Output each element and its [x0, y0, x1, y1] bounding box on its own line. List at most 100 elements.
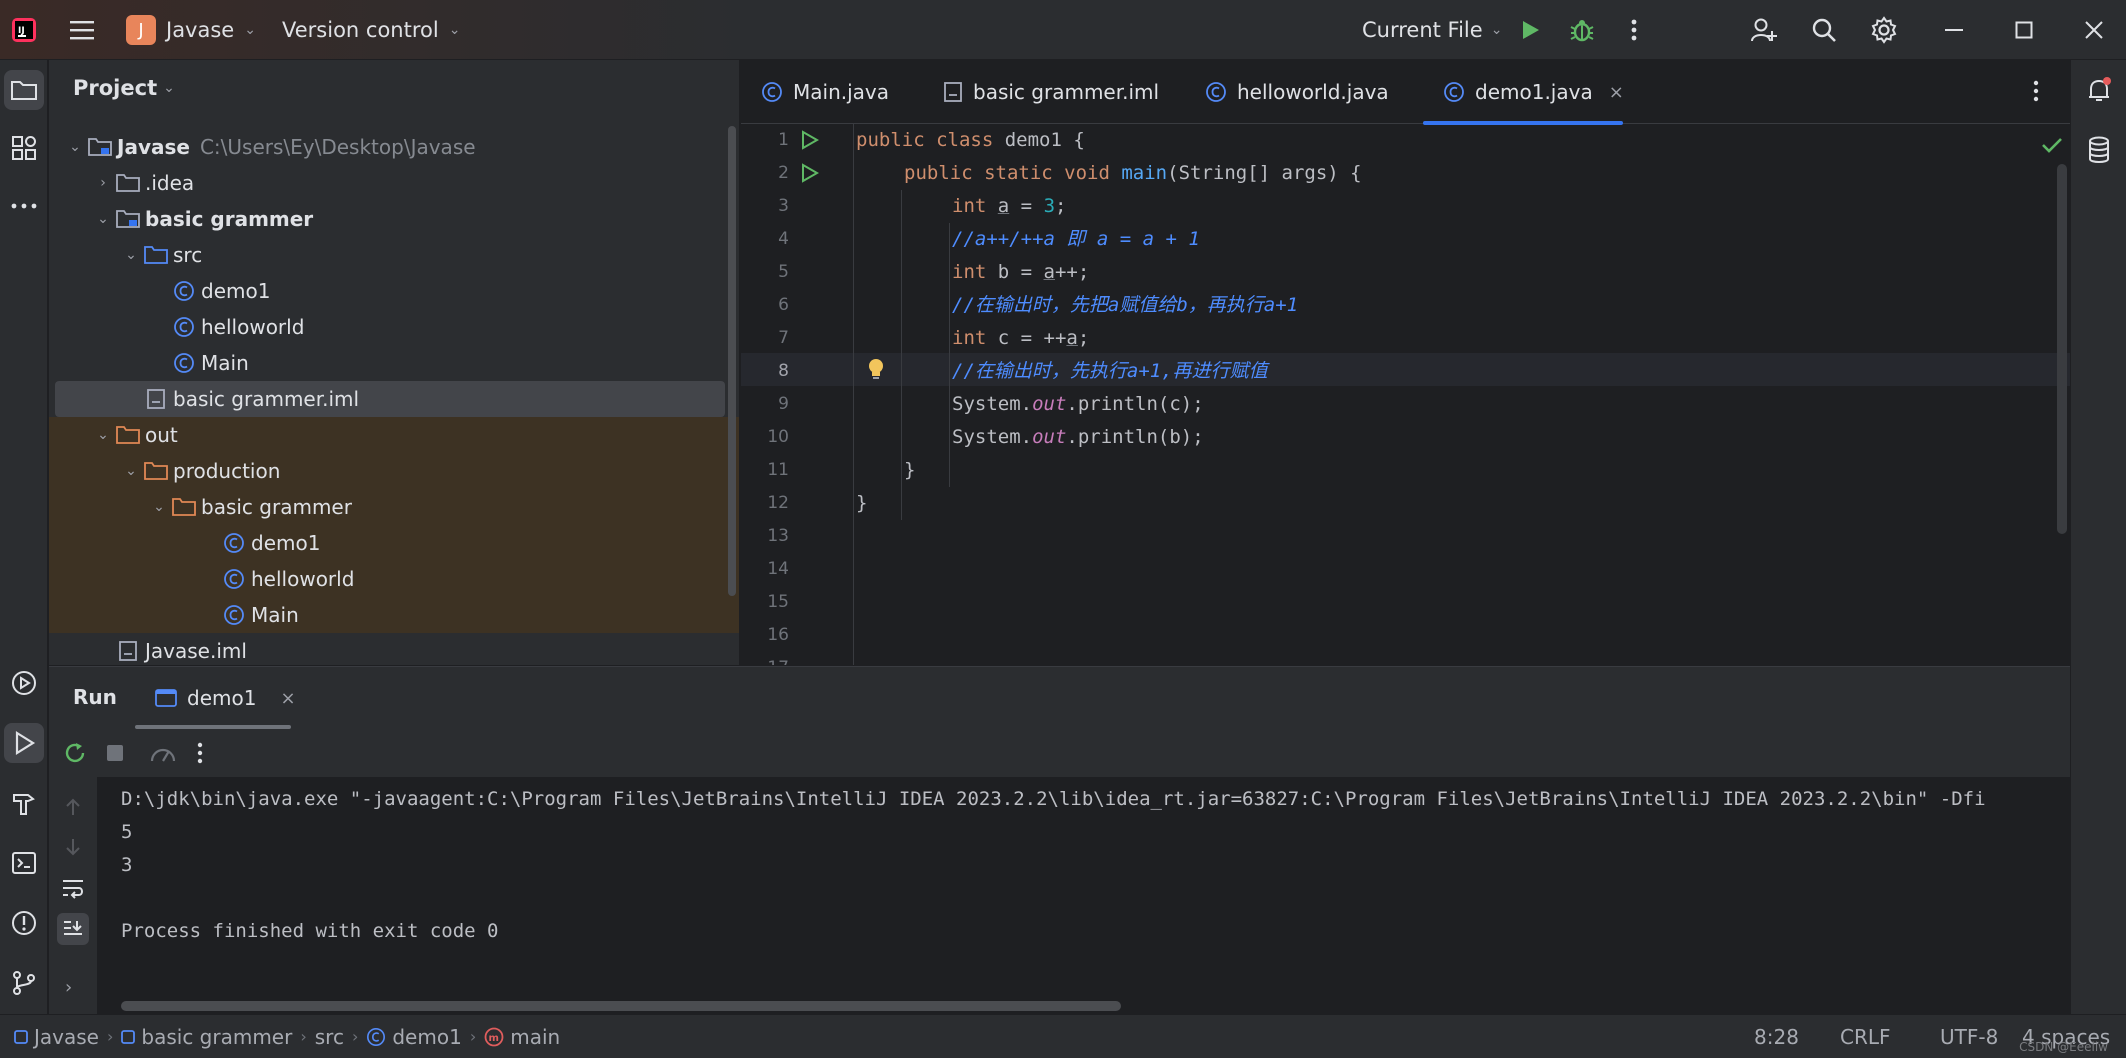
add-user-icon[interactable]: [1734, 0, 1794, 60]
file-encoding[interactable]: UTF-8: [1940, 1015, 1998, 1058]
chevron-down-icon[interactable]: ⌄: [91, 427, 115, 443]
run-icon[interactable]: [1500, 0, 1560, 60]
chevron-down-icon[interactable]: ⌄: [147, 499, 171, 515]
line-number: 15: [767, 592, 789, 612]
settings-gear-icon[interactable]: [1854, 0, 1914, 60]
profiler-icon[interactable]: [149, 741, 177, 765]
project-scrollbar[interactable]: [728, 126, 736, 596]
project-tool-icon[interactable]: [4, 70, 44, 110]
git-tool-icon[interactable]: [4, 963, 44, 1003]
tree-node-out-helloworld[interactable]: helloworld: [49, 561, 739, 597]
problems-tool-icon[interactable]: [4, 903, 44, 943]
database-tool-icon[interactable]: [2079, 130, 2119, 170]
tree-node-production[interactable]: ⌄ production: [49, 453, 739, 489]
breadcrumb-javase[interactable]: Javase: [14, 1025, 99, 1049]
tree-node-idea[interactable]: › .idea: [55, 165, 725, 201]
code-line-5[interactable]: int b = a++;: [856, 256, 1089, 289]
chevron-down-icon[interactable]: ⌄: [119, 463, 143, 479]
code-line-4[interactable]: //a++/++a 即 a = a + 1: [856, 223, 1200, 256]
tree-node-out-basic-grammer[interactable]: ⌄ basic grammer: [49, 489, 739, 525]
inspection-ok-check-icon[interactable]: [2041, 136, 2063, 154]
chevron-down-icon[interactable]: ⌄: [119, 247, 143, 263]
run-gutter-icon[interactable]: [799, 163, 819, 183]
scroll-up-icon[interactable]: [63, 797, 83, 817]
services-tool-icon[interactable]: [4, 663, 44, 703]
soft-wrap-icon[interactable]: [61, 877, 85, 899]
build-hammer-icon[interactable]: [4, 783, 44, 823]
debug-icon[interactable]: [1552, 0, 1612, 60]
tree-node-main[interactable]: Main: [55, 345, 725, 381]
intellij-logo-icon[interactable]: IJ: [0, 0, 48, 60]
tree-node-javase-iml[interactable]: Javase.iml: [55, 633, 725, 665]
close-tab-icon[interactable]: ×: [280, 688, 295, 709]
code-line-9[interactable]: System.out.println(c);: [856, 388, 1204, 421]
run-config-selector[interactable]: Current File ⌄: [1362, 0, 1502, 60]
project-switcher[interactable]: J Javase ⌄: [126, 0, 256, 60]
line-number: 13: [767, 526, 789, 546]
breadcrumb-basic-grammer[interactable]: basic grammer: [121, 1025, 292, 1049]
scroll-down-icon[interactable]: [63, 837, 83, 857]
close-icon[interactable]: [2064, 0, 2124, 60]
chevron-right-icon[interactable]: ›: [91, 175, 115, 191]
tree-node-src[interactable]: ⌄ src: [55, 237, 725, 273]
minimize-icon[interactable]: [1924, 0, 1984, 60]
chevron-right-icon[interactable]: ›: [65, 977, 72, 998]
chevron-down-icon[interactable]: ⌄: [63, 139, 87, 155]
code-text: (String[] args) {: [1167, 162, 1362, 184]
line-separator[interactable]: CRLF: [1840, 1015, 1891, 1058]
tab-main-java[interactable]: Main.java: [761, 60, 889, 124]
tree-node-out-demo1[interactable]: demo1: [49, 525, 739, 561]
run-tool-icon[interactable]: [4, 723, 44, 763]
breadcrumb-main[interactable]: m main: [484, 1025, 560, 1049]
code-line-8[interactable]: //在输出时，先执行a+1,再进行赋值: [856, 355, 1268, 388]
code-line-3[interactable]: int a = 3;: [856, 190, 1066, 223]
maximize-icon[interactable]: [1994, 0, 2054, 60]
tree-node-demo1[interactable]: demo1: [55, 273, 725, 309]
tree-node-root[interactable]: ⌄ Javase C:\Users\Ey\Desktop\Javase: [55, 129, 725, 165]
more-vertical-icon[interactable]: [197, 741, 203, 765]
run-tab-demo1[interactable]: demo1 ×: [135, 667, 341, 729]
search-icon[interactable]: [1794, 0, 1854, 60]
java-class-icon: [171, 314, 197, 340]
breadcrumb-src[interactable]: src: [315, 1025, 344, 1049]
notifications-bell-icon[interactable]: [2079, 70, 2119, 110]
code-line-11[interactable]: }: [856, 454, 915, 487]
tree-node-out-main[interactable]: Main: [49, 597, 739, 633]
structure-tool-icon[interactable]: [4, 128, 44, 168]
editor-scrollbar[interactable]: [2057, 164, 2067, 534]
tree-node-basic-grammer[interactable]: ⌄ basic grammer: [55, 201, 725, 237]
folder-icon: [115, 170, 141, 196]
code-line-6[interactable]: //在输出时，先把a赋值给b，再执行a+1: [856, 289, 1298, 322]
tree-node-helloworld[interactable]: helloworld: [55, 309, 725, 345]
tab-basic-grammer-iml[interactable]: basic grammer.iml: [943, 60, 1159, 124]
code-line-2[interactable]: public static void main(String[] args) {: [856, 157, 1362, 190]
tree-node-out[interactable]: ⌄ out: [49, 417, 739, 453]
more-vertical-icon[interactable]: [1604, 0, 1664, 60]
close-tab-icon[interactable]: ×: [1609, 82, 1624, 103]
tree-label: production: [173, 459, 281, 483]
console-output[interactable]: D:\jdk\bin\java.exe "-javaagent:C:\Progr…: [121, 783, 2061, 948]
line-number: 4: [778, 229, 789, 249]
project-panel-title[interactable]: Project ⌄: [73, 76, 175, 100]
code-line-1[interactable]: public class demo1 {: [856, 124, 1085, 157]
code-line-12[interactable]: }: [856, 487, 867, 520]
main-menu-icon[interactable]: [52, 0, 112, 60]
comment: //在输出时，先执行a+1,再进行赋值: [952, 360, 1268, 382]
tab-helloworld-java[interactable]: helloworld.java: [1205, 60, 1389, 124]
run-gutter-icon[interactable]: [799, 130, 819, 150]
breadcrumb-demo1[interactable]: demo1: [366, 1025, 462, 1049]
more-vertical-icon[interactable]: [2033, 80, 2039, 102]
scroll-to-end-icon[interactable]: [57, 913, 89, 945]
code-line-7[interactable]: int c = ++a;: [856, 322, 1089, 355]
tree-node-basic-grammer-iml[interactable]: basic grammer.iml: [55, 381, 725, 417]
vcs-menu[interactable]: Version control ⌄: [282, 0, 460, 60]
chevron-down-icon[interactable]: ⌄: [91, 211, 115, 227]
rerun-icon[interactable]: [63, 741, 87, 765]
stop-icon[interactable]: [105, 743, 125, 763]
terminal-tool-icon[interactable]: [4, 843, 44, 883]
tab-demo1-java[interactable]: demo1.java ×: [1423, 60, 1624, 125]
caret-position[interactable]: 8:28: [1754, 1015, 1799, 1058]
code-line-10[interactable]: System.out.println(b);: [856, 421, 1204, 454]
console-horizontal-scrollbar[interactable]: [121, 1001, 1121, 1011]
more-tools-icon[interactable]: [4, 186, 44, 226]
